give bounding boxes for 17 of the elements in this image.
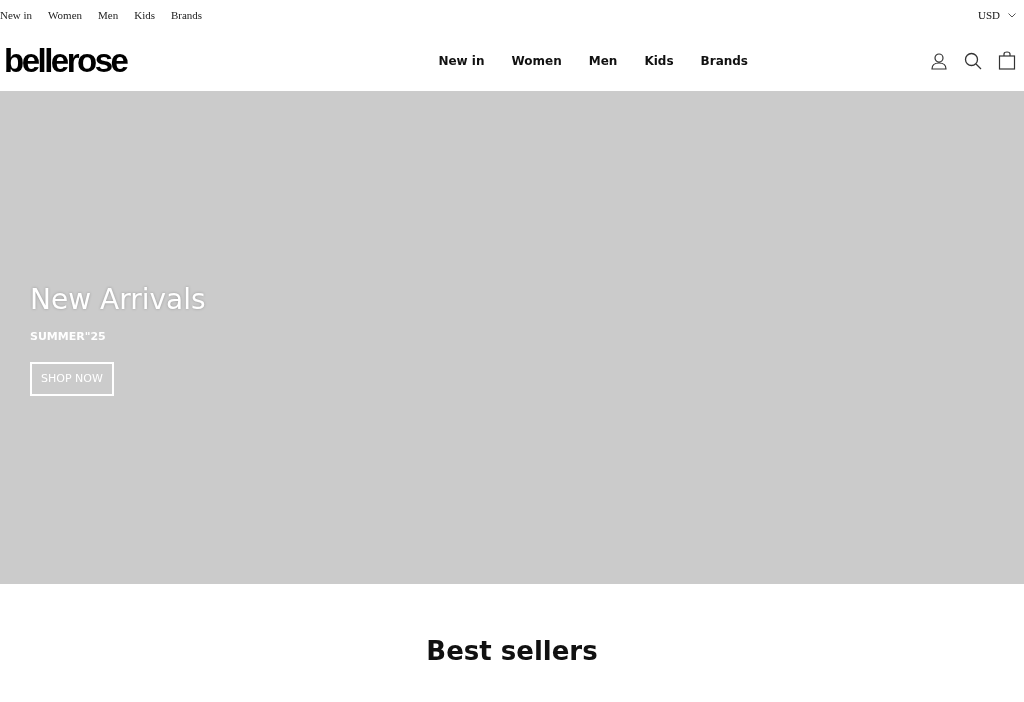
top-link[interactable]: Women — [48, 6, 83, 24]
nav-link[interactable]: Brands — [700, 51, 748, 70]
search-icon[interactable] — [964, 51, 982, 70]
top-link[interactable]: Kids — [134, 6, 155, 24]
user-icon[interactable] — [930, 51, 948, 70]
chevron-down-icon — [1008, 12, 1016, 18]
nav-link[interactable]: New in — [438, 51, 485, 70]
nav-link[interactable]: Kids — [644, 51, 674, 70]
nav-link[interactable]: Men — [588, 51, 618, 70]
currency-selector[interactable]: USD — [978, 6, 1000, 24]
section-title: Best sellers — [426, 636, 598, 666]
nav-link[interactable]: Women — [511, 51, 562, 70]
top-link[interactable]: Brands — [171, 6, 203, 24]
top-link[interactable]: Men — [98, 6, 119, 24]
shopping-bag-icon[interactable] — [998, 51, 1016, 70]
logo[interactable]: bellerose — [4, 44, 127, 77]
top-link[interactable]: New in — [0, 6, 33, 24]
